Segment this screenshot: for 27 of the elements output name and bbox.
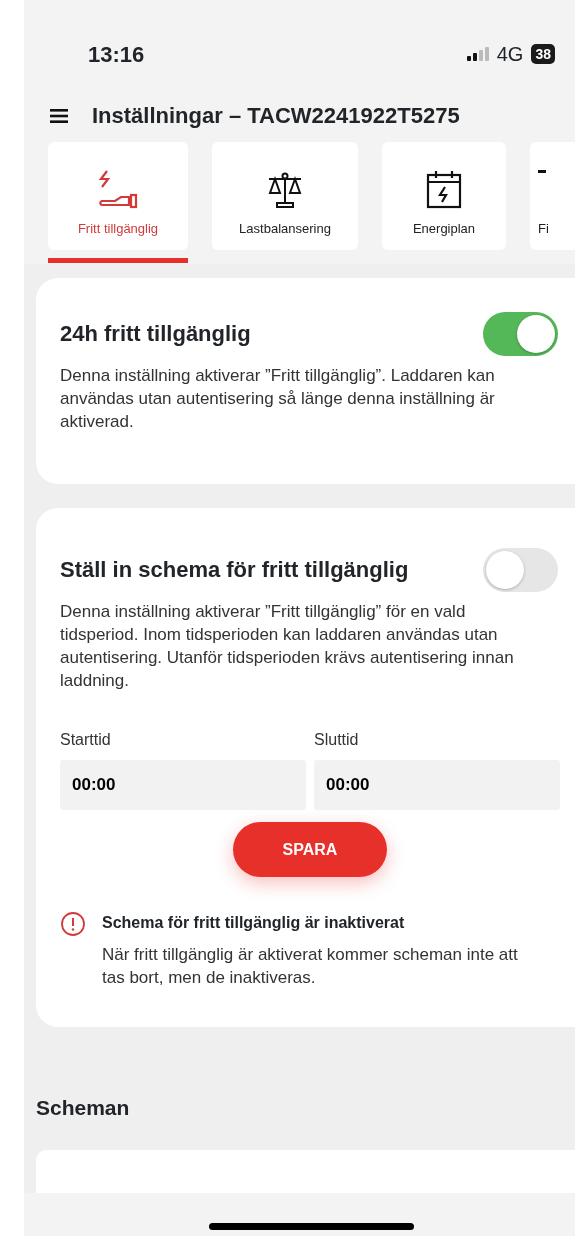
network-label: 4G	[496, 42, 524, 67]
hand-bolt-icon	[97, 168, 139, 209]
signal-icon	[466, 47, 489, 61]
end-time-field[interactable]: 00:00	[314, 760, 560, 810]
toggle-switch[interactable]	[483, 312, 558, 356]
warning-title: Schema för fritt tillgänglig är inaktiverat	[102, 913, 406, 933]
section-heading: Scheman	[36, 1095, 131, 1121]
field-label: Starttid	[60, 730, 112, 750]
card-title: 24h fritt tillgänglig	[60, 320, 251, 348]
warning-icon	[60, 911, 86, 937]
calendar-bolt-icon	[426, 168, 462, 209]
tab[interactable]: Fi	[530, 142, 575, 250]
start-time-field[interactable]: 00:00	[60, 760, 306, 810]
save-button[interactable]: SPARA	[233, 822, 387, 877]
page-title: Inställningar – TACW2241922T5275	[92, 102, 460, 130]
card-title: Ställ in schema för fritt tillgänglig	[60, 556, 409, 584]
card-description: Denna inställning aktiverar ”Fritt tillgänglig”. Laddaren kan användas utan autentisering så länge denna inställning är aktiverad.	[60, 365, 496, 433]
tab[interactable]: Energiplan	[382, 142, 506, 250]
tab[interactable]: Lastbalansering	[212, 142, 358, 250]
tab-icon	[538, 169, 546, 173]
field-label: Sluttid	[314, 730, 360, 750]
battery-level: 38	[531, 44, 555, 64]
toggle-switch[interactable]	[483, 548, 558, 592]
warning-text: När fritt tillgänglig är aktiverat kommer scheman inte att tas bort, men de inaktiveras.	[102, 944, 519, 989]
status-time: 13:16	[88, 40, 145, 69]
card-description: Denna inställning aktiverar ”Fritt tillgänglig” för en vald tidsperiod. Inom tidsperioden kan laddaren användas utan autentisering. Utanför tidsperioden krävs autentisering innan laddning.	[60, 601, 515, 692]
menu-icon[interactable]	[50, 109, 68, 123]
